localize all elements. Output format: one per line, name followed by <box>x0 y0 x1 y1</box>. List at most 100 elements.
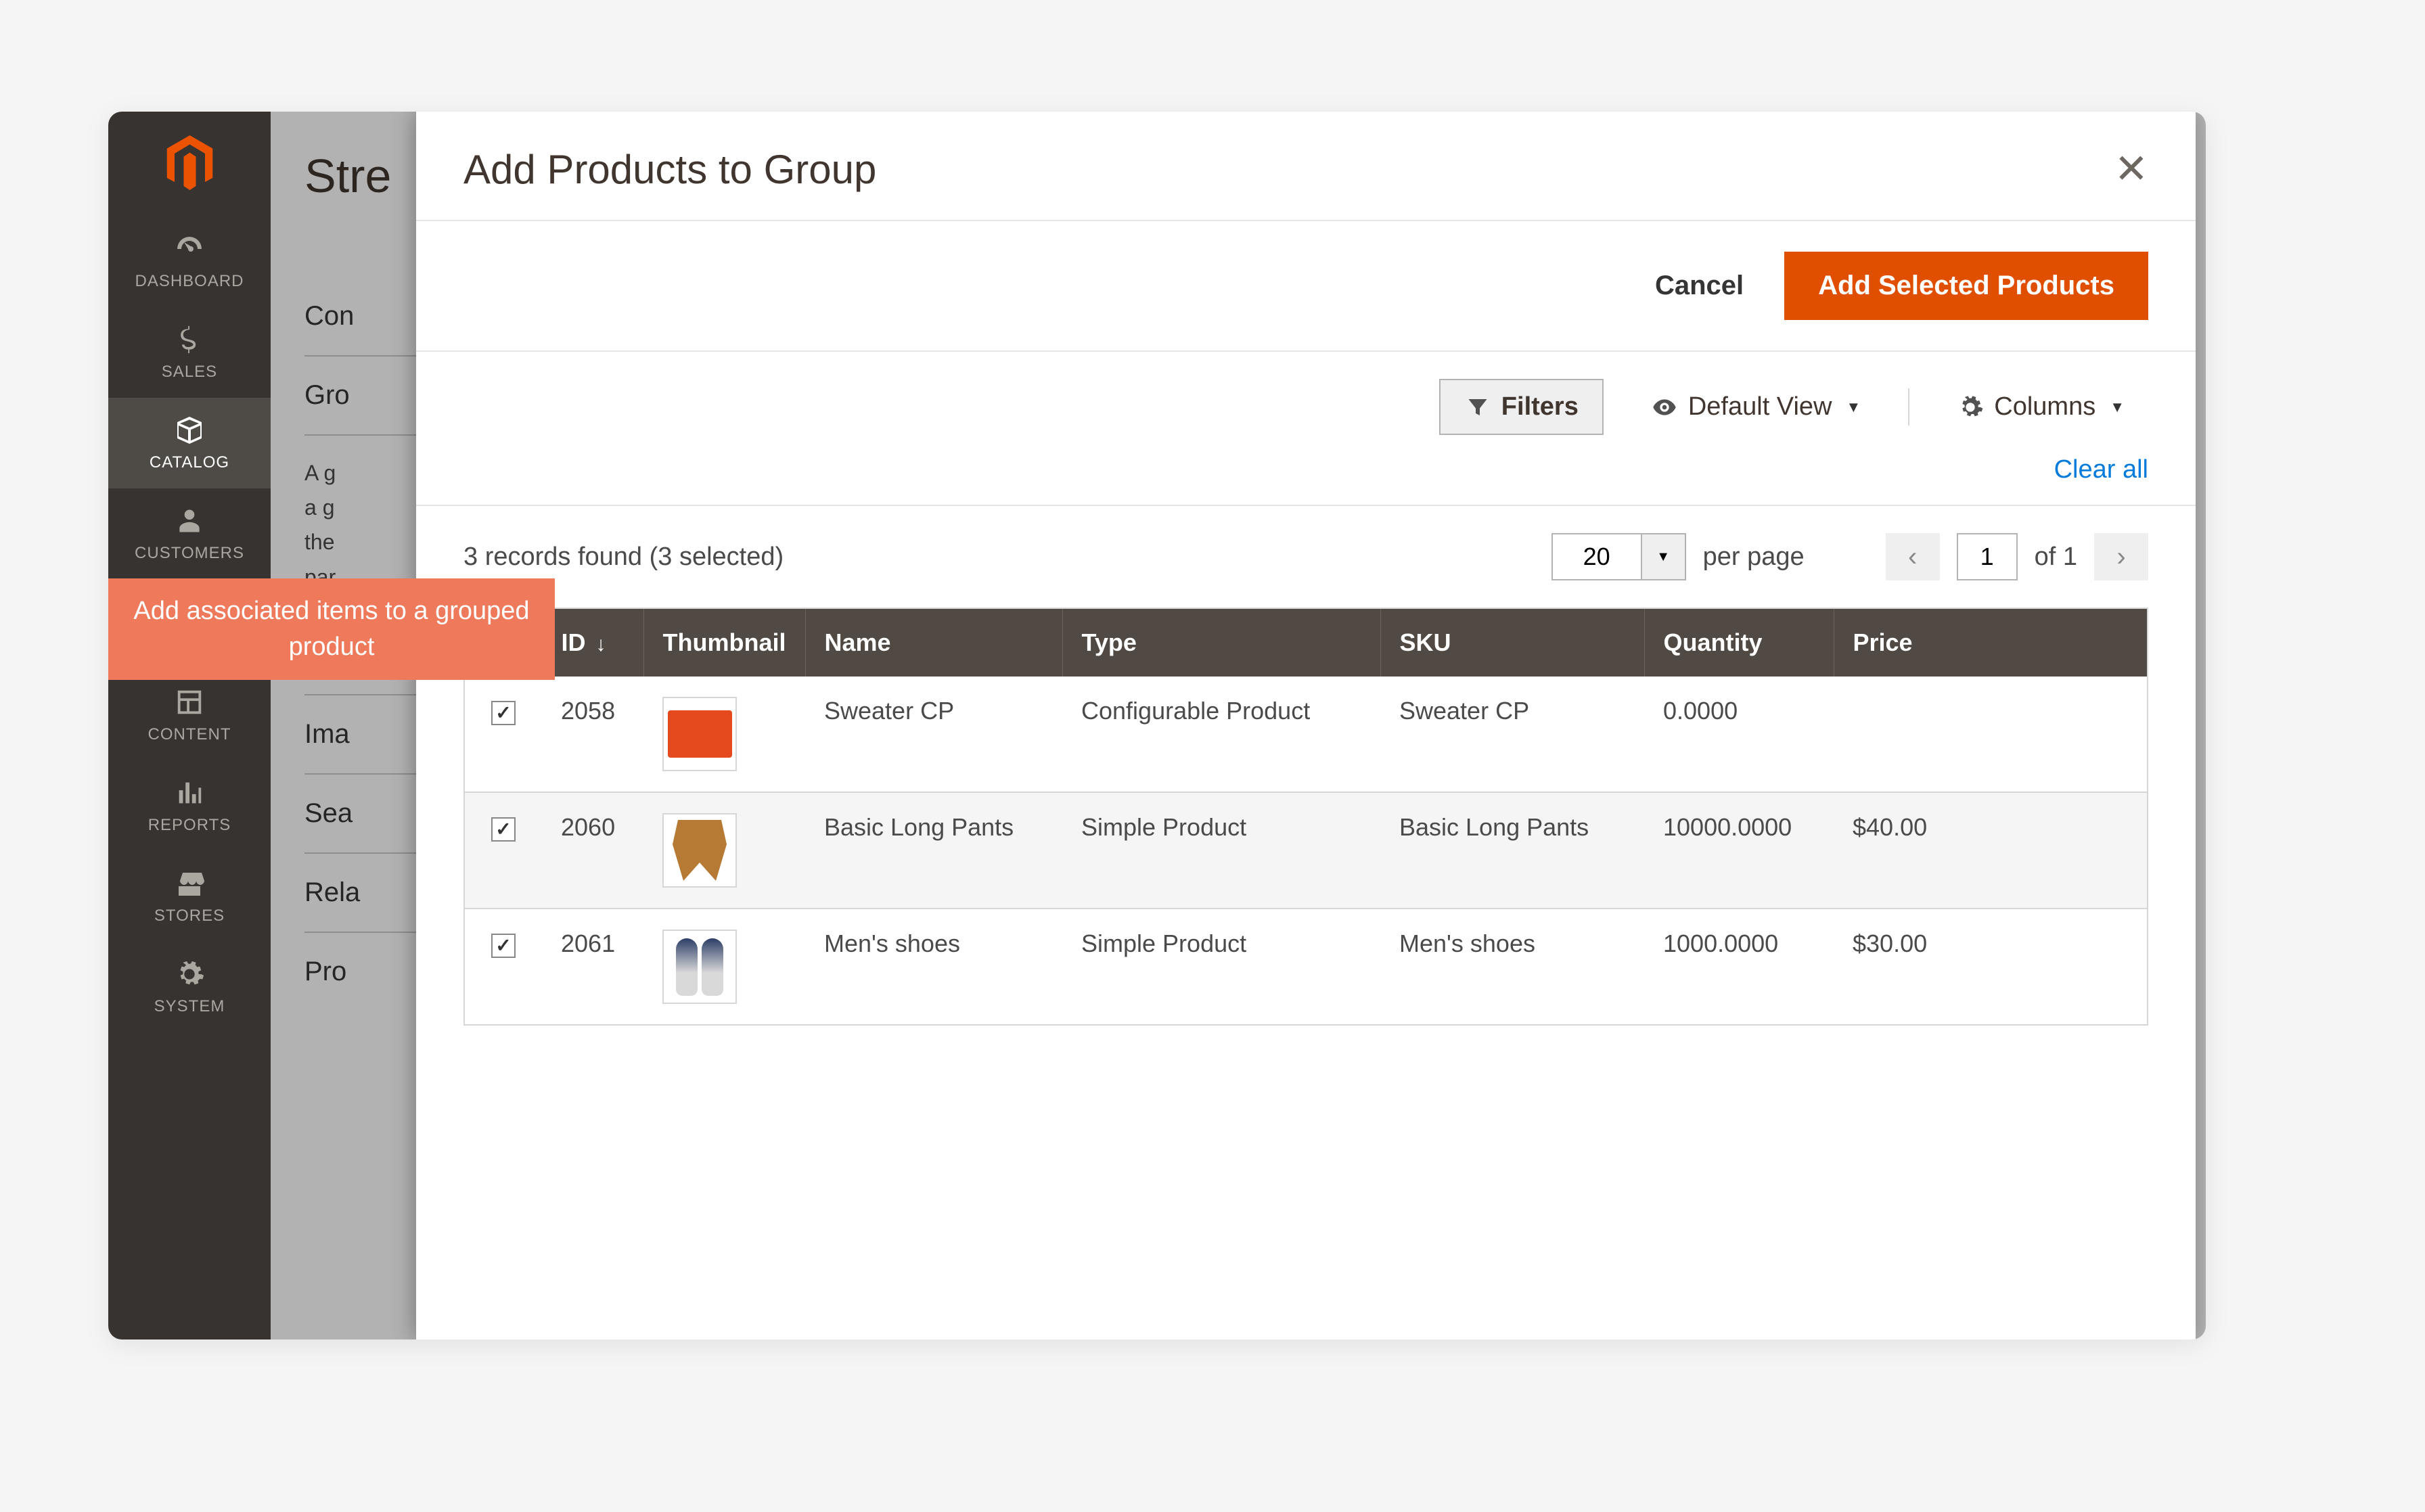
cell-name: Sweater CP <box>805 677 1062 792</box>
per-page-input[interactable] <box>1553 534 1641 579</box>
col-name[interactable]: Name <box>805 608 1062 677</box>
row-checkbox[interactable] <box>491 701 516 725</box>
grid-toolbar: Filters Default View ▼ Columns ▼ <box>416 352 2196 449</box>
row-checkbox[interactable] <box>491 934 516 958</box>
cell-id: 2058 <box>542 677 643 792</box>
col-type[interactable]: Type <box>1062 608 1380 677</box>
bars-icon <box>171 777 208 809</box>
toolbar-separator <box>1908 388 1909 426</box>
cell-name: Basic Long Pants <box>805 792 1062 909</box>
callout-tooltip: Add associated items to a grouped produc… <box>108 578 555 680</box>
nav-label: REPORTS <box>148 816 231 835</box>
nav-label: SALES <box>162 363 217 382</box>
nav-label: SYSTEM <box>154 997 225 1016</box>
nav-reports[interactable]: REPORTS <box>108 760 271 851</box>
per-page-label: per page <box>1703 543 1805 572</box>
person-icon <box>171 505 208 537</box>
col-price[interactable]: Price <box>1834 608 2148 677</box>
default-view-label: Default View <box>1688 392 1832 421</box>
gear-icon <box>1957 394 1984 421</box>
magento-logo <box>164 135 215 189</box>
col-thumbnail[interactable]: Thumbnail <box>643 608 805 677</box>
filters-label: Filters <box>1501 392 1579 421</box>
gear-icon <box>171 958 208 990</box>
add-selected-button[interactable]: Add Selected Products <box>1784 252 2148 320</box>
per-page-select[interactable]: ▼ <box>1551 533 1686 580</box>
cell-sku: Men's shoes <box>1380 909 1644 1025</box>
columns-button[interactable]: Columns ▼ <box>1933 380 2148 434</box>
thumbnail-image <box>662 697 737 771</box>
eye-icon <box>1651 394 1678 421</box>
cell-sku: Basic Long Pants <box>1380 792 1644 909</box>
cell-price: $40.00 <box>1834 792 2148 909</box>
prev-page-button[interactable]: ‹ <box>1886 533 1940 580</box>
nav-label: STORES <box>154 907 225 925</box>
current-page-input[interactable] <box>1957 533 2018 580</box>
chevron-down-icon: ▼ <box>1846 398 1861 416</box>
nav-label: CONTENT <box>148 725 231 744</box>
chevron-down-icon: ▼ <box>2110 398 2125 416</box>
box-icon <box>171 414 208 446</box>
thumbnail-image <box>662 930 737 1004</box>
clear-all-link[interactable]: Clear all <box>2054 455 2148 484</box>
nav-stores[interactable]: STORES <box>108 851 271 942</box>
nav-system[interactable]: SYSTEM <box>108 942 271 1032</box>
cell-type: Simple Product <box>1062 909 1380 1025</box>
cell-name: Men's shoes <box>805 909 1062 1025</box>
cell-thumbnail <box>643 677 805 792</box>
dollar-icon <box>171 323 208 356</box>
nav-label: DASHBOARD <box>135 272 244 291</box>
nav-label: CATALOG <box>150 453 229 472</box>
filters-button[interactable]: Filters <box>1439 379 1604 435</box>
row-checkbox[interactable] <box>491 817 516 842</box>
cell-thumbnail <box>643 792 805 909</box>
nav-customers[interactable]: CUSTOMERS <box>108 488 271 579</box>
layout-icon <box>171 686 208 718</box>
records-row: 3 records found (3 selected) ▼ per page … <box>416 506 2196 608</box>
cell-type: Simple Product <box>1062 792 1380 909</box>
modal-actions: Cancel Add Selected Products <box>416 221 2196 352</box>
admin-sidebar: DASHBOARD SALES CATALOG CUSTOMERS MARKET… <box>108 112 271 1339</box>
table-row[interactable]: 2058 Sweater CP Configurable Product Swe… <box>464 677 2148 792</box>
table-row[interactable]: 2061 Men's shoes Simple Product Men's sh… <box>464 909 2148 1025</box>
table-row[interactable]: 2060 Basic Long Pants Simple Product Bas… <box>464 792 2148 909</box>
default-view-button[interactable]: Default View ▼ <box>1627 380 1884 434</box>
app-frame: DASHBOARD SALES CATALOG CUSTOMERS MARKET… <box>108 112 2206 1339</box>
next-page-button[interactable]: › <box>2094 533 2148 580</box>
dashboard-icon <box>171 233 208 265</box>
funnel-icon <box>1464 394 1491 421</box>
columns-label: Columns <box>1994 392 2095 421</box>
sort-arrow-icon: ↓ <box>596 633 606 656</box>
clear-row: Clear all <box>416 449 2196 506</box>
cell-thumbnail <box>643 909 805 1025</box>
cell-price <box>1834 677 2148 792</box>
page-of-text: of 1 <box>2035 543 2077 572</box>
chevron-down-icon[interactable]: ▼ <box>1641 534 1685 579</box>
modal-title: Add Products to Group <box>463 146 876 193</box>
cell-qty: 10000.0000 <box>1644 792 1834 909</box>
nav-catalog[interactable]: CATALOG <box>108 398 271 488</box>
cell-id: 2061 <box>542 909 643 1025</box>
col-sku[interactable]: SKU <box>1380 608 1644 677</box>
cell-sku: Sweater CP <box>1380 677 1644 792</box>
nav-dashboard[interactable]: DASHBOARD <box>108 216 271 307</box>
nav-sales[interactable]: SALES <box>108 307 271 398</box>
cell-price: $30.00 <box>1834 909 2148 1025</box>
close-icon[interactable]: ✕ <box>2114 145 2148 193</box>
cell-id: 2060 <box>542 792 643 909</box>
cell-qty: 0.0000 <box>1644 677 1834 792</box>
cell-qty: 1000.0000 <box>1644 909 1834 1025</box>
records-found-text: 3 records found (3 selected) <box>463 543 784 572</box>
add-products-modal: Add Products to Group ✕ Cancel Add Selec… <box>416 112 2196 1339</box>
products-grid: ▼ ID↓ Thumbnail Name Type SKU Quantity P… <box>463 608 2148 1026</box>
modal-header: Add Products to Group ✕ <box>416 112 2196 221</box>
col-id[interactable]: ID↓ <box>542 608 643 677</box>
thumbnail-image <box>662 813 737 888</box>
cell-type: Configurable Product <box>1062 677 1380 792</box>
pager-group: ▼ per page ‹ of 1 › <box>1551 533 2148 580</box>
col-quantity[interactable]: Quantity <box>1644 608 1834 677</box>
cancel-button[interactable]: Cancel <box>1655 271 1744 301</box>
nav-label: CUSTOMERS <box>135 544 244 563</box>
storefront-icon <box>171 867 208 900</box>
nav-content[interactable]: CONTENT <box>108 670 271 760</box>
